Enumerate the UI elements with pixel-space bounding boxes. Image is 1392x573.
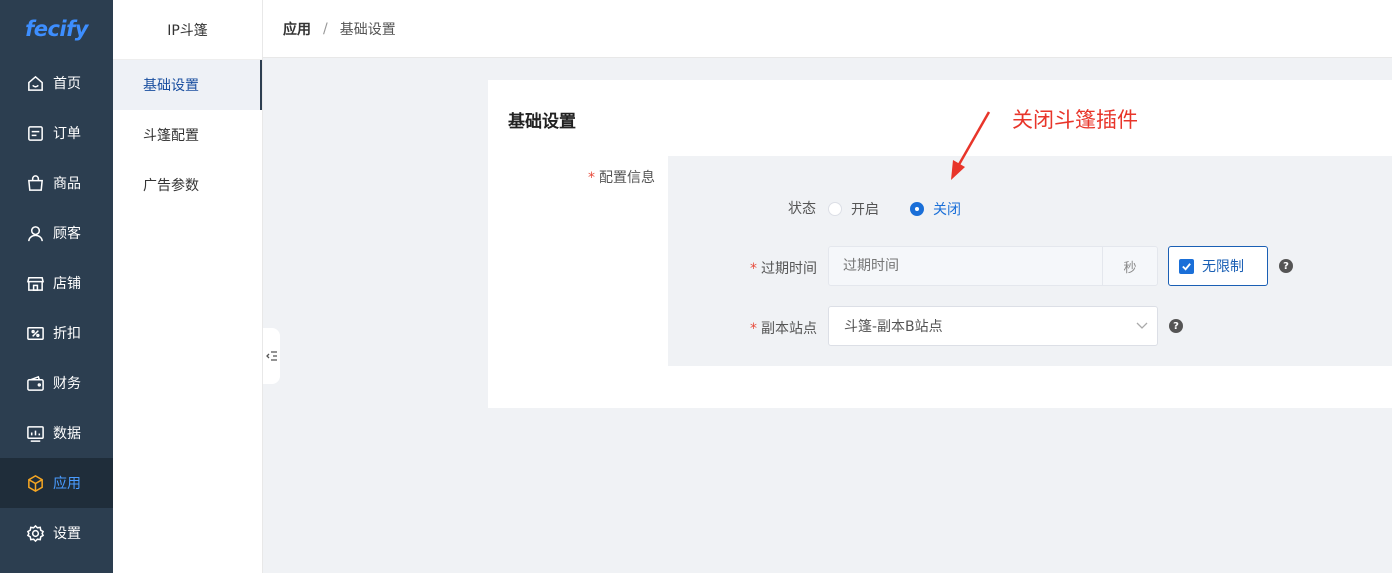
nav-item-store[interactable]: 店铺: [0, 258, 113, 308]
nav-item-label: 财务: [53, 376, 81, 392]
status-radio-off[interactable]: 关闭: [910, 199, 961, 219]
user-icon: [25, 223, 45, 243]
config-info-label: * 配置信息: [588, 170, 655, 186]
nav-item-label: 商品: [53, 176, 81, 192]
mirror-site-value: 斗篷-副本B站点: [844, 319, 943, 335]
sub-menu: IP斗篷 基础设置 斗篷配置 广告参数: [113, 0, 263, 573]
mirror-site-select[interactable]: 斗篷-副本B站点: [828, 306, 1158, 346]
order-icon: [25, 123, 45, 143]
nav-item-orders[interactable]: 订单: [0, 108, 113, 158]
page-title: 基础设置: [508, 112, 576, 132]
unlimited-checkbox[interactable]: 无限制: [1168, 246, 1268, 286]
status-radio-on[interactable]: 开启: [828, 199, 879, 219]
breadcrumb-root[interactable]: 应用: [283, 19, 311, 39]
radio-circle: [910, 202, 924, 216]
expire-time-input[interactable]: [829, 247, 1102, 285]
status-label: 状态: [788, 201, 816, 217]
nav-item-label: 应用: [53, 476, 81, 492]
breadcrumb-separator: /: [323, 20, 328, 37]
expire-help-icon[interactable]: ?: [1279, 259, 1293, 273]
home-icon: [25, 73, 45, 93]
nav-item-home[interactable]: 首页: [0, 58, 113, 108]
mirror-site-label: * 副本站点: [750, 321, 817, 337]
nav-item-settings[interactable]: 设置: [0, 508, 113, 558]
collapse-sidebar-button[interactable]: [263, 328, 280, 384]
sub-item-basic-settings[interactable]: 基础设置: [113, 60, 262, 110]
collapse-icon: [265, 351, 277, 361]
checkbox-checked-icon: [1179, 258, 1194, 274]
expire-time-label: * 过期时间: [750, 261, 817, 277]
annotation-arrow-icon: [951, 111, 991, 180]
nav-item-label: 店铺: [53, 276, 81, 292]
config-panel: 状态 开启 关闭 *过期时间 秒 无限制 ? *副本站点 斗篷-副本B站点: [668, 156, 1392, 366]
submenu-title: IP斗篷: [113, 0, 262, 60]
cube-icon: [25, 473, 45, 493]
nav-item-label: 设置: [53, 526, 81, 542]
seconds-suffix: 秒: [1102, 247, 1157, 285]
top-header: 应用 / 基础设置: [263, 0, 1392, 58]
nav-item-label: 数据: [53, 426, 81, 442]
shopping-bag-icon: [25, 173, 45, 193]
nav-item-products[interactable]: 商品: [0, 158, 113, 208]
main-nav: fecify 首页 订单 商品 顾客 店铺 折扣 财务 数据 应用 设置: [0, 0, 113, 573]
sub-item-ad-params[interactable]: 广告参数: [113, 160, 262, 210]
gear-icon: [25, 523, 45, 543]
nav-item-apps[interactable]: 应用: [0, 458, 113, 508]
nav-item-discount[interactable]: 折扣: [0, 308, 113, 358]
nav-item-data[interactable]: 数据: [0, 408, 113, 458]
nav-item-label: 首页: [53, 76, 81, 92]
annotation-text: 关闭斗篷插件: [1012, 108, 1138, 132]
sub-item-cloak-config[interactable]: 斗篷配置: [113, 110, 262, 160]
logo[interactable]: fecify: [0, 0, 113, 58]
nav-item-label: 折扣: [53, 326, 81, 342]
expire-time-input-group: 秒: [828, 246, 1158, 286]
discount-icon: [25, 323, 45, 343]
chevron-down-icon: [1127, 322, 1157, 330]
nav-item-customers[interactable]: 顾客: [0, 208, 113, 258]
nav-item-finance[interactable]: 财务: [0, 358, 113, 408]
mirror-site-help-icon[interactable]: ?: [1169, 319, 1183, 333]
nav-item-label: 顾客: [53, 226, 81, 242]
data-icon: [25, 423, 45, 443]
store-icon: [25, 273, 45, 293]
breadcrumb-current: 基础设置: [339, 21, 396, 38]
nav-item-label: 订单: [53, 126, 81, 142]
settings-card: 基础设置 *配置信息 状态 开启 关闭 *过期时间 秒 无限制 ? *副本站点 …: [488, 80, 1392, 408]
radio-circle: [828, 202, 842, 216]
wallet-icon: [25, 373, 45, 393]
